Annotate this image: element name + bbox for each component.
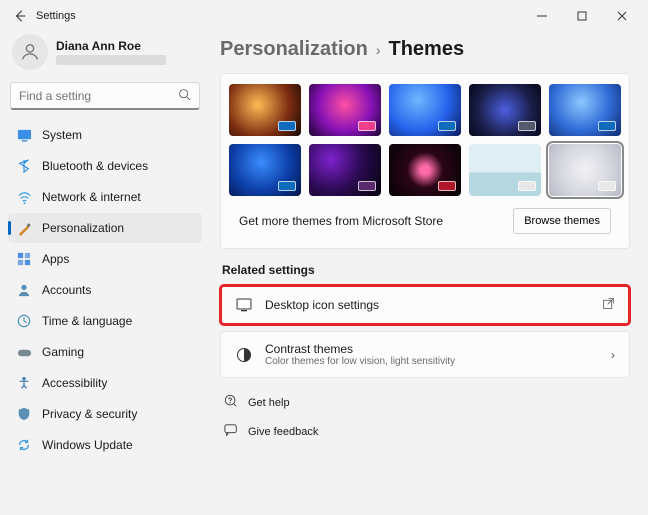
theme-swatch [438,181,456,191]
theme-thumbnail[interactable] [549,84,621,136]
window-title: Settings [36,10,76,22]
personalization-icon [16,220,32,236]
close-button[interactable] [602,2,642,30]
user-email-placeholder [56,55,166,65]
nav-accounts[interactable]: Accounts [8,275,202,305]
theme-thumbnail[interactable] [309,84,381,136]
accessibility-icon [16,375,32,391]
main-content: Personalization › Themes Get more themes… [210,32,648,515]
search-box[interactable] [10,82,200,110]
nav-accessibility[interactable]: Accessibility [8,368,202,398]
nav-network[interactable]: Network & internet [8,182,202,212]
back-button[interactable] [6,2,34,30]
nav-update[interactable]: Windows Update [8,430,202,460]
related-heading: Related settings [222,263,630,277]
theme-thumbnail[interactable] [309,144,381,196]
get-help-link[interactable]: Get help [220,388,630,417]
theme-swatch [278,121,296,131]
gaming-icon [16,344,32,360]
profile[interactable]: Diana Ann Roe [8,32,202,78]
system-icon [16,127,32,143]
network-icon [16,189,32,205]
theme-thumbnail[interactable] [549,144,621,196]
maximize-button[interactable] [562,2,602,30]
minimize-button[interactable] [522,2,562,30]
breadcrumb-current: Themes [388,38,464,61]
contrast-icon [235,346,253,364]
themes-grid [229,84,621,196]
avatar [12,34,48,70]
theme-swatch [518,121,536,131]
nav-privacy[interactable]: Privacy & security [8,399,202,429]
theme-swatch [358,181,376,191]
theme-thumbnail[interactable] [469,84,541,136]
chevron-right-icon: › [376,42,381,58]
contrast-themes-row[interactable]: Contrast themes Color themes for low vis… [220,331,630,378]
nav-system[interactable]: System [8,120,202,150]
bluetooth-icon [16,158,32,174]
give-feedback-link[interactable]: Give feedback [220,417,630,446]
theme-swatch [358,121,376,131]
nav-bluetooth[interactable]: Bluetooth & devices [8,151,202,181]
chevron-right-icon: › [611,348,615,362]
feedback-icon [224,423,238,440]
nav-personalization[interactable]: Personalization [8,213,202,243]
nav-time[interactable]: Time & language [8,306,202,336]
apps-icon [16,251,32,267]
titlebar: Settings [0,0,648,32]
themes-card: Get more themes from Microsoft Store Bro… [220,73,630,249]
update-icon [16,437,32,453]
theme-thumbnail[interactable] [389,84,461,136]
nav-list: System Bluetooth & devices Network & int… [8,120,202,460]
breadcrumb-parent[interactable]: Personalization [220,38,368,61]
theme-thumbnail[interactable] [229,144,301,196]
desktop-icon-settings-row[interactable]: Desktop icon settings [220,285,630,325]
breadcrumb: Personalization › Themes [220,38,630,61]
theme-thumbnail[interactable] [229,84,301,136]
search-icon [178,88,191,104]
help-icon [224,394,238,411]
privacy-icon [16,406,32,422]
theme-swatch [598,121,616,131]
theme-swatch [278,181,296,191]
search-input[interactable] [19,89,178,103]
theme-swatch [518,181,536,191]
theme-swatch [438,121,456,131]
desktop-icon [235,296,253,314]
accounts-icon [16,282,32,298]
user-name: Diana Ann Roe [56,39,166,53]
nav-apps[interactable]: Apps [8,244,202,274]
browse-themes-button[interactable]: Browse themes [513,208,611,234]
open-external-icon [602,297,615,313]
nav-gaming[interactable]: Gaming [8,337,202,367]
theme-thumbnail[interactable] [389,144,461,196]
theme-swatch [598,181,616,191]
sidebar: Diana Ann Roe System Bluetooth & devices… [0,32,210,515]
time-icon [16,313,32,329]
theme-thumbnail[interactable] [469,144,541,196]
store-text: Get more themes from Microsoft Store [239,214,443,228]
